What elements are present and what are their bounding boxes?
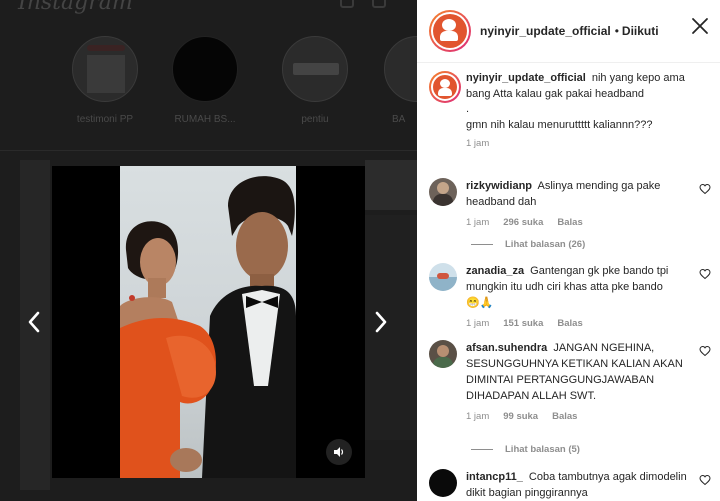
comment-username[interactable]: zanadia_za bbox=[466, 265, 524, 277]
speaker-icon bbox=[334, 447, 344, 457]
caption-text-line3: gmn nih kalau menuruttttt kaliannn??? bbox=[466, 118, 653, 131]
comment-likes[interactable]: 99 suka bbox=[503, 411, 538, 422]
highlight-label: BA bbox=[392, 114, 406, 125]
caption-time: 1 jam bbox=[466, 138, 490, 149]
next-post-button[interactable] bbox=[369, 308, 393, 336]
reply-button[interactable]: Balas bbox=[557, 217, 582, 228]
previous-post-button[interactable] bbox=[22, 308, 46, 336]
highlight-cover bbox=[282, 36, 348, 102]
comment-time: 1 jam bbox=[466, 411, 490, 422]
highlight-label: testimoni PP bbox=[76, 114, 134, 125]
avatar[interactable] bbox=[429, 71, 461, 103]
comment-likes[interactable]: 296 suka bbox=[503, 217, 543, 228]
avatar[interactable] bbox=[429, 469, 457, 497]
avatar[interactable] bbox=[429, 340, 457, 368]
highlight-cover bbox=[172, 36, 238, 102]
separator-dot: • bbox=[614, 24, 619, 38]
caption-text-line2: . bbox=[466, 103, 470, 115]
view-replies-button[interactable]: Lihat balasan (5) bbox=[471, 444, 580, 455]
video-frame[interactable] bbox=[120, 166, 296, 478]
highlight-pentiu: pentiu bbox=[282, 36, 348, 125]
avatar[interactable] bbox=[429, 10, 471, 52]
view-replies-button[interactable]: Lihat balasan (26) bbox=[471, 239, 585, 250]
instagram-logo: Instagram bbox=[18, 0, 133, 15]
caption-username[interactable]: nyinyir_update_official bbox=[466, 72, 586, 84]
avatar[interactable] bbox=[429, 178, 457, 206]
comment-time: 1 jam bbox=[466, 318, 490, 329]
highlight-cover bbox=[72, 36, 138, 102]
highlight-label: RUMAH BS... bbox=[174, 114, 236, 125]
close-button[interactable] bbox=[690, 16, 710, 36]
comment-username[interactable]: intancp11_ bbox=[466, 471, 523, 483]
avatar[interactable] bbox=[429, 263, 457, 291]
comment-item: afsan.suhendra JANGAN NGEHINA, SESUNGGUH… bbox=[429, 340, 713, 422]
view-replies-label: Lihat balasan (26) bbox=[505, 239, 586, 250]
following-button[interactable]: Diikuti bbox=[622, 24, 659, 38]
divider bbox=[0, 150, 417, 151]
heart-icon[interactable] bbox=[699, 268, 711, 280]
comment-item: rizkywidianp Aslinya mending ga pake hea… bbox=[429, 178, 713, 228]
heart-icon[interactable] bbox=[699, 183, 711, 195]
comment-emoji: 😁🙏 bbox=[466, 297, 494, 309]
heart-icon[interactable] bbox=[699, 345, 711, 357]
messenger-icon bbox=[372, 0, 386, 8]
comment-username[interactable]: rizkywidianp bbox=[466, 180, 532, 192]
highlight-cover bbox=[384, 36, 417, 102]
heart-icon[interactable] bbox=[699, 474, 711, 486]
post-username[interactable]: nyinyir_update_official bbox=[480, 24, 611, 38]
comment-time: 1 jam bbox=[466, 217, 490, 228]
home-icon bbox=[340, 0, 354, 8]
comment-item: intancp11_ Coba tambutnya agak dimodelin… bbox=[429, 469, 713, 501]
video-still bbox=[120, 176, 296, 478]
highlight-label: pentiu bbox=[301, 114, 329, 125]
comment-item: zanadia_za Gantengan gk pke bando tpi mu… bbox=[429, 263, 713, 329]
highlight-testimoni: testimoni PP bbox=[72, 36, 138, 125]
replies-line bbox=[471, 244, 493, 245]
highlight-rumah: RUMAH BS... bbox=[172, 36, 238, 125]
reply-button[interactable]: Balas bbox=[552, 411, 577, 422]
reply-button[interactable]: Balas bbox=[557, 318, 582, 329]
view-replies-label: Lihat balasan (5) bbox=[505, 444, 580, 455]
close-icon bbox=[692, 18, 708, 34]
volume-button[interactable] bbox=[326, 439, 352, 465]
comment-username[interactable]: afsan.suhendra bbox=[466, 342, 547, 354]
comment-likes[interactable]: 151 suka bbox=[503, 318, 543, 329]
chevron-right-icon bbox=[375, 311, 387, 333]
replies-line bbox=[471, 449, 493, 450]
post-header: nyinyir_update_official • Diikuti bbox=[417, 0, 720, 63]
post-detail-panel: nyinyir_update_official • Diikuti nyinyi… bbox=[417, 0, 720, 501]
post-caption: nyinyir_update_official nih yang kepo am… bbox=[429, 71, 713, 149]
grid-tile bbox=[365, 160, 417, 210]
highlight-ba: BA bbox=[384, 36, 417, 125]
chevron-left-icon bbox=[28, 311, 40, 333]
